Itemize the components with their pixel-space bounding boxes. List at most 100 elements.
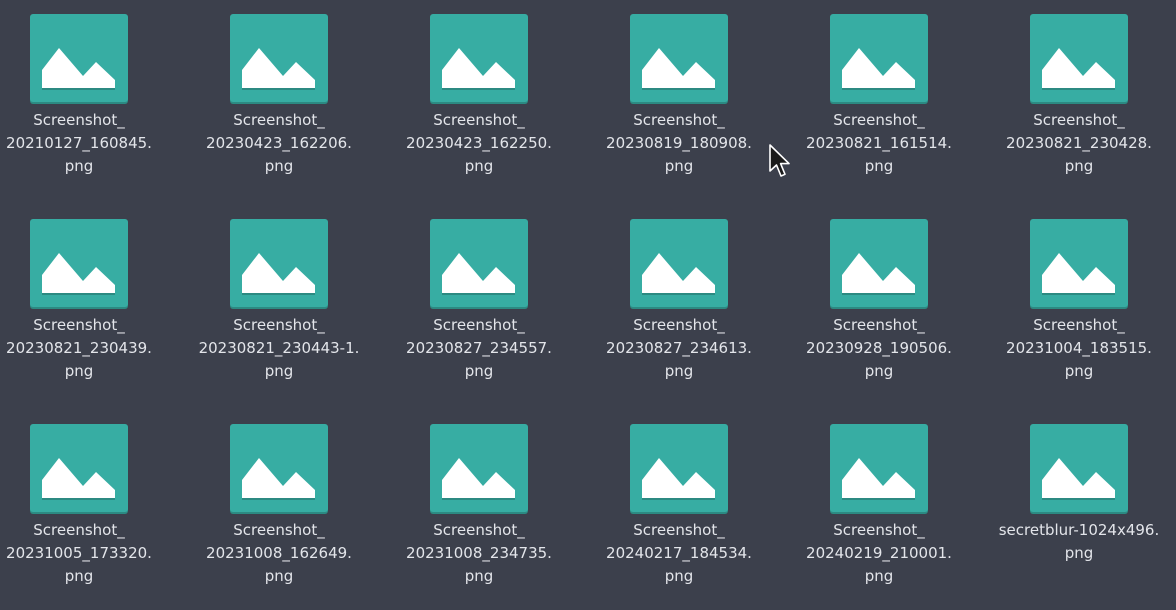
file-name-line: 20230423_162206. [206,134,352,152]
file-name-line: Screenshot_ [1033,316,1125,334]
file-item[interactable]: Screenshot_ 20230821_230443-1.png [179,205,379,405]
file-name-line: 20231005_173320. [6,544,152,562]
file-item[interactable]: Screenshot_ 20231005_173320.png [0,410,179,610]
file-name-label: Screenshot_ 20240217_184534. png [579,519,779,588]
file-item[interactable]: Screenshot_ 20230423_162206.png [179,0,379,200]
file-item[interactable]: Screenshot_ 20230928_190506. png [779,205,979,405]
file-name-line: 20240219_210001. [806,544,952,562]
file-name-line: png [64,362,94,380]
image-file-icon [30,424,128,514]
file-item[interactable]: Screenshot_ 20230827_234613.png [579,205,779,405]
image-file-icon [630,219,728,309]
file-item[interactable]: Screenshot_ 20230827_234557.png [379,205,579,405]
file-name-line: 20230423_162250. [406,134,552,152]
file-name-label: Screenshot_ 20230821_230439.png [0,314,179,383]
file-name-line: png [1064,362,1094,380]
file-name-line: png [1064,544,1094,562]
file-name-label: Screenshot_ 20240219_210001. png [779,519,979,588]
file-name-line: 20230819_180908. [606,134,752,152]
image-file-icon [430,219,528,309]
file-name-line: Screenshot_ [233,521,325,539]
file-name-label: Screenshot_ 20231008_162649.png [179,519,379,588]
file-name-line: 20230821_230443-1. [198,339,360,357]
file-name-line: Screenshot_ [633,521,725,539]
file-name-line: Screenshot_ [633,316,725,334]
file-name-line: Screenshot_ [833,111,925,129]
file-name-line: png [264,362,294,380]
file-name-line: png [264,157,294,175]
file-name-line: png [1064,157,1094,175]
file-item[interactable]: Screenshot_ 20230423_162250.png [379,0,579,200]
file-name-line: 20230827_234557. [406,339,552,357]
image-file-icon [230,219,328,309]
file-name-line: png [464,157,494,175]
file-name-label: Screenshot_ 20230819_180908.png [579,109,779,178]
image-file-icon [630,424,728,514]
image-file-icon [30,219,128,309]
file-name-line: Screenshot_ [633,111,725,129]
file-name-line: png [664,362,694,380]
image-file-icon [230,424,328,514]
file-name-line: Screenshot_ [433,521,525,539]
file-name-line: Screenshot_ [233,111,325,129]
file-name-line: 20230928_190506. [806,339,952,357]
file-name-label: Screenshot_ 20231005_173320.png [0,519,179,588]
file-item[interactable]: Screenshot_ 20230821_230439.png [0,205,179,405]
file-name-line: Screenshot_ [233,316,325,334]
file-name-line: 20230827_234613. [606,339,752,357]
file-item[interactable]: Screenshot_ 20230821_161514.png [779,0,979,200]
file-name-label: Screenshot_ 20230423_162206.png [179,109,379,178]
file-item[interactable]: Screenshot_ 20210127_160845.png [0,0,179,200]
file-name-line: Screenshot_ [1033,111,1125,129]
file-item[interactable]: secretblur-1024x496. png [979,410,1176,610]
file-name-line: png [864,157,894,175]
file-name-line: 20210127_160845. [6,134,152,152]
image-file-icon [830,424,928,514]
image-file-icon [630,14,728,104]
file-name-label: Screenshot_ 20210127_160845.png [0,109,179,178]
file-name-label: Screenshot_ 20230827_234613.png [579,314,779,383]
file-item[interactable]: Screenshot_ 20240219_210001. png [779,410,979,610]
file-name-label: Screenshot_ 20230821_230443-1.png [179,314,379,383]
file-name-line: 20231004_183515. [1006,339,1152,357]
file-name-line: 20231008_162649. [206,544,352,562]
file-name-line: Screenshot_ [833,316,925,334]
file-name-line: png [64,567,94,585]
file-item[interactable]: Screenshot_ 20231004_183515.png [979,205,1176,405]
file-name-line: secretblur-1024x496. [998,521,1160,539]
file-name-label: Screenshot_ 20230928_190506. png [779,314,979,383]
file-name-line: 20240217_184534. [606,544,752,562]
file-name-line: Screenshot_ [33,111,125,129]
file-name-line: 20231008_234735. [406,544,552,562]
file-item[interactable]: Screenshot_ 20231008_162649.png [179,410,379,610]
file-item[interactable]: Screenshot_ 20230821_230428. png [979,0,1176,200]
file-name-line: 20230821_161514. [806,134,952,152]
file-name-label: Screenshot_ 20230821_230428. png [979,109,1176,178]
file-name-line: png [664,157,694,175]
file-grid: Screenshot_ 20210127_160845. png Screenshot… [0,0,1176,610]
image-file-icon [430,424,528,514]
image-file-icon [30,14,128,104]
file-item[interactable]: Screenshot_ 20231008_234735. png [379,410,579,610]
image-file-icon [1030,14,1128,104]
file-name-line: png [864,567,894,585]
file-name-line: Screenshot_ [33,521,125,539]
file-name-label: secretblur-1024x496. png [979,519,1176,565]
file-name-line: png [64,157,94,175]
file-name-line: png [264,567,294,585]
file-name-label: Screenshot_ 20231004_183515.png [979,314,1176,383]
file-name-line: 20230821_230439. [6,339,152,357]
image-file-icon [430,14,528,104]
file-name-line: Screenshot_ [433,316,525,334]
file-name-line: png [464,362,494,380]
file-item[interactable]: Screenshot_ 20240217_184534. png [579,410,779,610]
file-name-label: Screenshot_ 20230423_162250.png [379,109,579,178]
file-name-label: Screenshot_ 20230821_161514.png [779,109,979,178]
image-file-icon [830,14,928,104]
file-name-line: Screenshot_ [33,316,125,334]
image-file-icon [1030,219,1128,309]
file-item[interactable]: Screenshot_ 20230819_180908.png [579,0,779,200]
file-name-line: Screenshot_ [433,111,525,129]
image-file-icon [230,14,328,104]
image-file-icon [830,219,928,309]
